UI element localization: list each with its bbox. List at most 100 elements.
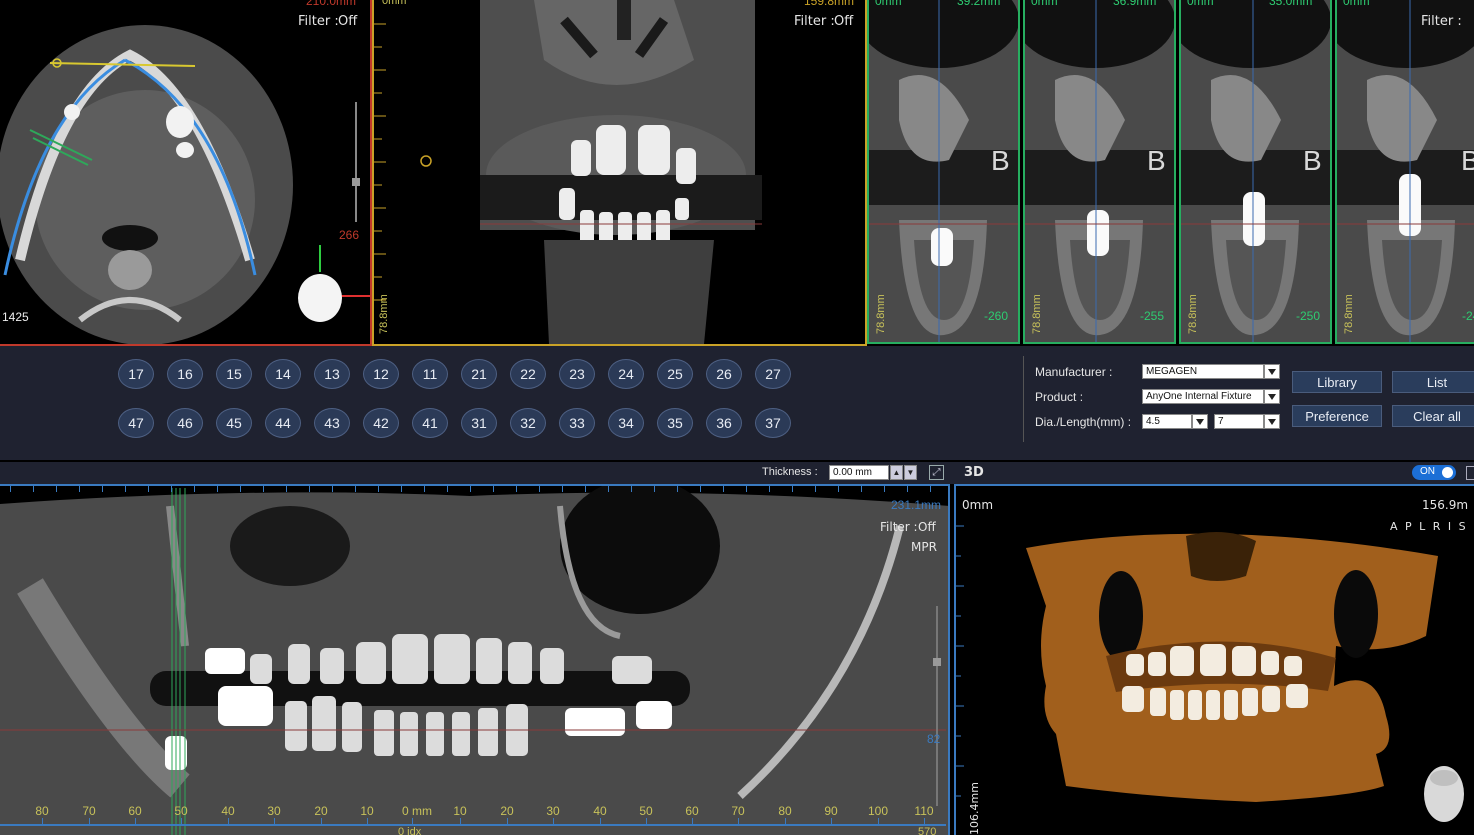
- tooth-23-button[interactable]: 23: [559, 359, 595, 389]
- panoramic-top-right-mm: 231.1mm: [891, 498, 942, 512]
- ruler-tick: [102, 486, 103, 492]
- tooth-31-button[interactable]: 31: [461, 408, 497, 438]
- tooth-16-button[interactable]: 16: [167, 359, 203, 389]
- cross-section-filter-label: Filter :: [1421, 14, 1462, 29]
- panoramic-bottom-left: 0 idx: [398, 826, 422, 835]
- diameter-dropdown-icon[interactable]: [1192, 414, 1208, 429]
- tooth-21-button[interactable]: 21: [461, 359, 497, 389]
- coronal-filter-label: Filter :: [794, 14, 835, 29]
- ruler-label: 10: [453, 804, 467, 818]
- tooth-33-button[interactable]: 33: [559, 408, 595, 438]
- thickness-input[interactable]: 0.00 mm: [829, 465, 889, 480]
- view3d-toggle[interactable]: ON: [1412, 465, 1456, 480]
- tooth-37-button[interactable]: 37: [755, 408, 791, 438]
- cross-section-value: -250: [1296, 309, 1321, 323]
- ruler-tick: [424, 486, 425, 492]
- tooth-44-button[interactable]: 44: [265, 408, 301, 438]
- ruler-tick: [608, 486, 609, 492]
- tooth-14-button[interactable]: 14: [265, 359, 301, 389]
- ruler-tick: [838, 486, 839, 492]
- thickness-down-icon[interactable]: ▼: [904, 465, 917, 480]
- ruler-label: 10: [360, 804, 374, 818]
- tooth-15-button[interactable]: 15: [216, 359, 252, 389]
- tooth-22-button[interactable]: 22: [510, 359, 546, 389]
- cross-section-view[interactable]: 0mm 35.0mm B -250 78.8mm: [1179, 0, 1332, 344]
- ruler-tick: [723, 486, 724, 492]
- tooth-43-button[interactable]: 43: [314, 408, 350, 438]
- tooth-26-button[interactable]: 26: [706, 359, 742, 389]
- product-select[interactable]: AnyOne Internal Fixture: [1142, 389, 1264, 404]
- manufacturer-select[interactable]: MEGAGEN: [1142, 364, 1264, 379]
- tooth-41-button[interactable]: 41: [412, 408, 448, 438]
- ruler-tick: [815, 486, 816, 492]
- panoramic-top-ruler: [0, 486, 946, 494]
- ruler-label: 40: [593, 804, 607, 818]
- tooth-34-button[interactable]: 34: [608, 408, 644, 438]
- ruler-tick: [447, 486, 448, 492]
- tooth-35-button[interactable]: 35: [657, 408, 693, 438]
- panoramic-view[interactable]: 231.1mm Filter : Off MPR 82 80 70 60 50 40 30…: [0, 484, 950, 835]
- panoramic-bottom-ruler-line: [0, 824, 946, 826]
- library-button[interactable]: Library: [1292, 371, 1382, 393]
- length-select[interactable]: 7: [1214, 414, 1264, 429]
- ruler-tick: [378, 486, 379, 492]
- tooth-36-button[interactable]: 36: [706, 408, 742, 438]
- tooth-12-button[interactable]: 12: [363, 359, 399, 389]
- ruler-label: 70: [82, 804, 96, 818]
- ruler-label: 80: [35, 804, 49, 818]
- panoramic-mode: MPR: [911, 540, 937, 554]
- tooth-47-button[interactable]: 47: [118, 408, 154, 438]
- view3d-orientation: A P L R I S: [1390, 520, 1468, 533]
- view3d[interactable]: 0mm 156.9m A P L R I S 106.4mm: [954, 484, 1474, 835]
- axial-filter-value: Off: [338, 14, 358, 29]
- diameter-select[interactable]: 4.5: [1142, 414, 1192, 429]
- axial-view[interactable]: 210.0mm Filter : Off 266 1425: [0, 0, 372, 346]
- clear-all-button[interactable]: Clear all: [1392, 405, 1474, 427]
- cross-section-view[interactable]: 0mm 39.2mm B -260 78.8mm: [867, 0, 1020, 344]
- view3d-side-mm: 106.4mm: [968, 782, 981, 835]
- ruler-label: 60: [685, 804, 699, 818]
- length-dropdown-icon[interactable]: [1264, 414, 1280, 429]
- tooth-24-button[interactable]: 24: [608, 359, 644, 389]
- cross-section-view[interactable]: 0mm Filter : B -24 78.8mm: [1335, 0, 1474, 344]
- ruler-label: 70: [731, 804, 745, 818]
- cross-section-letter: B: [1461, 145, 1474, 177]
- tooth-25-button[interactable]: 25: [657, 359, 693, 389]
- tooth-46-button[interactable]: 46: [167, 408, 203, 438]
- ruler-tick: [332, 486, 333, 492]
- thickness-up-icon[interactable]: ▲: [890, 465, 903, 480]
- tooth-27-button[interactable]: 27: [755, 359, 791, 389]
- view3d-header: 3D ON: [955, 462, 1474, 484]
- coronal-filter-value: Off: [834, 14, 854, 29]
- ruler-label: 20: [500, 804, 514, 818]
- cross-section-value: -24: [1462, 309, 1474, 323]
- ruler-tick: [884, 486, 885, 492]
- tooth-13-button[interactable]: 13: [314, 359, 350, 389]
- tooth-42-button[interactable]: 42: [363, 408, 399, 438]
- cross-section-side-mm: 78.8mm: [1187, 294, 1199, 334]
- list-button[interactable]: List: [1392, 371, 1474, 393]
- tooth-32-button[interactable]: 32: [510, 408, 546, 438]
- manufacturer-dropdown-icon[interactable]: [1264, 364, 1280, 379]
- view3d-menu-icon[interactable]: [1466, 466, 1474, 480]
- preference-button[interactable]: Preference: [1292, 405, 1382, 427]
- ruler-tick: [769, 486, 770, 492]
- coronal-view[interactable]: 0mm 159.8mm Filter : Off 78.8mm: [372, 0, 867, 346]
- tooth-11-button[interactable]: 11: [412, 359, 448, 389]
- ruler-tick: [263, 486, 264, 492]
- ruler-tick: [286, 486, 287, 492]
- tooth-17-button[interactable]: 17: [118, 359, 154, 389]
- ruler-tick: [861, 486, 862, 492]
- panoramic-filter-label: Filter :: [880, 520, 918, 534]
- axial-top-mm: 210.0mm: [306, 0, 357, 8]
- tooth-45-button[interactable]: 45: [216, 408, 252, 438]
- ruler-tick: [792, 486, 793, 492]
- coronal-side-mm: 78.8mm: [378, 294, 390, 334]
- cross-section-image: [1337, 0, 1474, 342]
- cross-section-top-left-mm: 0mm: [1031, 0, 1058, 8]
- panoramic-bottom-right: 570: [918, 826, 937, 835]
- expand-icon[interactable]: ⤢: [929, 465, 944, 480]
- cross-section-view[interactable]: 0mm 36.9mm B -255 78.8mm: [1023, 0, 1176, 344]
- manufacturer-label: Manufacturer :: [1035, 365, 1113, 379]
- product-dropdown-icon[interactable]: [1264, 389, 1280, 404]
